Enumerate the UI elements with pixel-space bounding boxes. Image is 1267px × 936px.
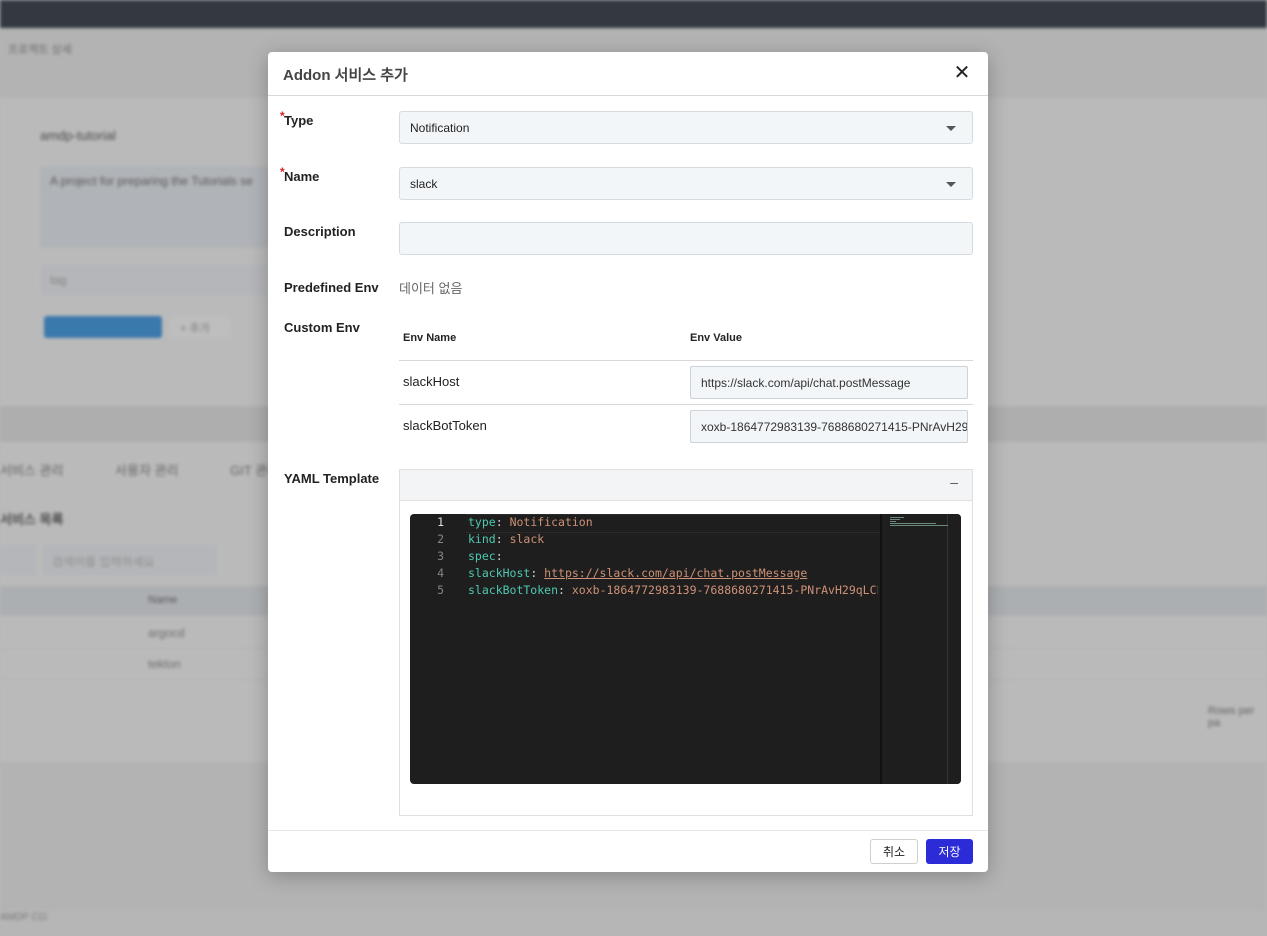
name-select[interactable]: slack (399, 167, 973, 200)
addon-service-dialog: Addon 서비스 추가 ✕ * Type Notification * Nam… (268, 52, 988, 872)
required-mark: * (280, 165, 285, 179)
editor-minimap[interactable] (880, 514, 948, 784)
env-value-input[interactable]: xoxb-1864772983139-7688680271415-PNrAvH2… (690, 410, 968, 443)
table-divider (399, 360, 973, 361)
code-line[interactable]: kind: slack (468, 532, 544, 546)
save-button[interactable]: 저장 (926, 839, 973, 864)
env-name-header: Env Name (403, 332, 457, 344)
dialog-footer: 취소 저장 (268, 830, 988, 873)
close-icon[interactable]: ✕ (950, 61, 974, 85)
type-label: * Type (280, 109, 314, 128)
name-select-value: slack (410, 177, 438, 191)
description-label: Description (284, 224, 356, 239)
line-number: 3 (437, 549, 444, 563)
dialog-title: Addon 서비스 추가 (283, 67, 408, 84)
code-line[interactable]: slackHost: https://slack.com/api/chat.po… (468, 566, 807, 580)
yaml-template-panel: – 1 2 3 4 5 type: Notification kind: sla… (399, 469, 973, 816)
predefined-env-empty: 데이터 없음 (399, 281, 463, 296)
line-number: 5 (437, 583, 444, 597)
yaml-template-label: YAML Template (284, 471, 380, 486)
chevron-down-icon (946, 182, 956, 187)
custom-env-label: Custom Env (284, 320, 360, 335)
code-line[interactable]: spec: (468, 549, 503, 563)
env-value-input[interactable]: https://slack.com/api/chat.postMessage (690, 366, 968, 399)
name-label: * Name (280, 165, 320, 184)
type-select[interactable]: Notification (399, 111, 973, 144)
line-number: 2 (437, 532, 444, 546)
line-number: 4 (437, 566, 444, 580)
env-name-cell: slackHost (403, 374, 460, 389)
description-input[interactable] (399, 222, 973, 255)
chevron-down-icon (946, 126, 956, 131)
line-number: 1 (437, 515, 444, 529)
table-divider (399, 404, 973, 405)
cancel-button[interactable]: 취소 (870, 839, 918, 864)
code-line[interactable]: type: Notification (468, 515, 593, 529)
yaml-panel-header: – (400, 470, 972, 501)
required-mark: * (280, 109, 285, 123)
yaml-code-editor[interactable]: 1 2 3 4 5 type: Notification kind: slack… (410, 514, 961, 784)
code-line[interactable]: slackBotToken: xoxb-1864772983139-768868… (468, 583, 878, 597)
predefined-env-label: Predefined Env (284, 280, 379, 295)
env-value-header: Env Value (690, 332, 742, 344)
collapse-icon[interactable]: – (950, 474, 958, 490)
editor-scrollbar[interactable] (948, 514, 961, 784)
env-name-cell: slackBotToken (403, 418, 487, 433)
type-select-value: Notification (410, 121, 470, 135)
dialog-header: Addon 서비스 추가 ✕ (268, 52, 988, 96)
